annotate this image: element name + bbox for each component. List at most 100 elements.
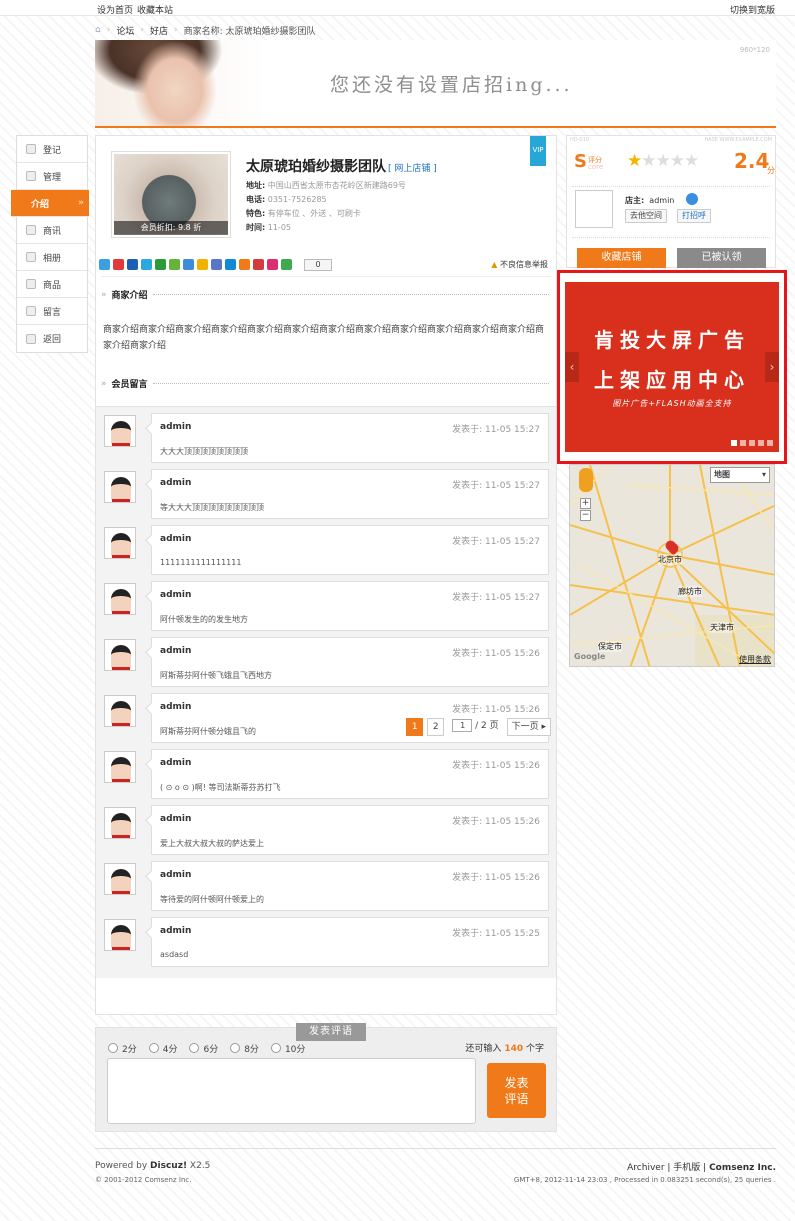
avatar[interactable] xyxy=(104,863,136,895)
comment-user[interactable]: admin xyxy=(160,758,191,768)
share-renren-icon[interactable] xyxy=(127,259,138,270)
company-link[interactable]: Comsenz Inc. xyxy=(709,1163,776,1173)
avatar[interactable] xyxy=(104,527,136,559)
avatar[interactable] xyxy=(104,415,136,447)
share-netease-icon[interactable] xyxy=(211,259,222,270)
ad-dot[interactable] xyxy=(749,440,755,446)
nav-messages[interactable]: 留言 xyxy=(17,298,87,325)
nav-news[interactable]: 商讯 xyxy=(17,217,87,244)
share-kaixin-icon[interactable] xyxy=(169,259,180,270)
score-radio[interactable]: 10分 xyxy=(271,1042,305,1055)
nav-intro[interactable]: 介绍 » xyxy=(11,190,89,217)
avatar[interactable] xyxy=(104,695,136,727)
comment-user[interactable]: admin xyxy=(160,702,191,712)
divider xyxy=(152,383,549,384)
shop-side-panel: HD-010 HASE WWW.EXAMPLE.COM S 评分 core ★★… xyxy=(566,135,776,268)
greet-button[interactable]: 打招呼 xyxy=(677,209,711,223)
score-radio[interactable]: 2分 xyxy=(108,1042,137,1055)
ad-dot[interactable] xyxy=(758,440,764,446)
zoom-out-button[interactable]: − xyxy=(580,510,591,521)
comment-user[interactable]: admin xyxy=(160,814,191,824)
avatar[interactable] xyxy=(104,919,136,951)
street-view-pegman-icon[interactable] xyxy=(579,468,593,492)
comment-textarea[interactable] xyxy=(107,1058,476,1124)
score-radio[interactable]: 6分 xyxy=(189,1042,218,1055)
share-sohu-icon[interactable] xyxy=(197,259,208,270)
qq-icon[interactable] xyxy=(686,193,698,205)
ad-slider[interactable]: 肯投大屏广告 上架应用中心 图片广告+FLASH动画全支持 ‹ › xyxy=(565,282,779,452)
page-current[interactable]: 1 xyxy=(406,718,424,736)
share-douban-icon[interactable] xyxy=(155,259,166,270)
share-weibo-icon[interactable] xyxy=(113,259,124,270)
bookmark-link[interactable]: 收藏本站 xyxy=(137,3,173,16)
favorite-shop-button[interactable]: 收藏店铺 xyxy=(577,248,666,268)
nav-register[interactable]: 登记 xyxy=(17,136,87,163)
comment-text: 阿什顿发生的的发生地方 xyxy=(160,615,248,624)
owner-name[interactable]: admin xyxy=(649,196,674,205)
comment-text: 1111111111111111 xyxy=(160,558,242,567)
owner-avatar[interactable] xyxy=(575,190,613,228)
map-terms-link[interactable]: 使用条款 xyxy=(739,654,771,665)
nav-manage[interactable]: 管理 xyxy=(17,163,87,190)
nav-products[interactable]: 商品 xyxy=(17,271,87,298)
share-qq-icon[interactable] xyxy=(183,259,194,270)
claimed-button[interactable]: 已被认领 xyxy=(677,248,766,268)
visit-space-button[interactable]: 去他空间 xyxy=(625,209,667,223)
comment-user[interactable]: admin xyxy=(160,870,191,880)
ad-dot[interactable] xyxy=(767,440,773,446)
breadcrumb-forum[interactable]: 论坛 xyxy=(116,24,134,37)
ad-prev-button[interactable]: ‹ xyxy=(565,352,579,382)
ad-dot[interactable] xyxy=(731,440,737,446)
map-roads xyxy=(570,465,774,666)
back-icon xyxy=(26,333,36,344)
comment-user[interactable]: admin xyxy=(160,590,191,600)
breadcrumb-shops[interactable]: 好店 xyxy=(150,24,168,37)
comment-user[interactable]: admin xyxy=(160,534,191,544)
page-input[interactable]: 1 xyxy=(452,719,473,732)
avatar[interactable] xyxy=(104,471,136,503)
brand-link[interactable]: Discuz! xyxy=(150,1161,187,1171)
home-icon[interactable]: ⌂ xyxy=(95,25,101,35)
score-radio[interactable]: 8分 xyxy=(230,1042,259,1055)
switch-style-link[interactable]: 切换到宽版 xyxy=(730,3,775,16)
avatar[interactable] xyxy=(104,583,136,615)
next-page-button[interactable]: 下一页 ▸ xyxy=(506,718,551,736)
google-logo[interactable]: Google xyxy=(574,652,605,661)
main-panel: 会员折扣: 9.8 折 VIP 太原琥珀婚纱摄影团队[ 网上店铺 ] 地址: 中… xyxy=(95,135,557,1015)
nav-album[interactable]: 相册 xyxy=(17,244,87,271)
map-city-label: 保定市 xyxy=(598,641,622,652)
comment-user[interactable]: admin xyxy=(160,926,191,936)
archiver-link[interactable]: Archiver xyxy=(627,1163,664,1173)
share-more-icon[interactable] xyxy=(281,259,292,270)
share-baidu-icon[interactable] xyxy=(253,259,264,270)
share-taobao-icon[interactable] xyxy=(267,259,278,270)
comment-user[interactable]: admin xyxy=(160,422,191,432)
avatar[interactable] xyxy=(104,639,136,671)
ad-next-button[interactable]: › xyxy=(765,352,779,382)
divider xyxy=(101,276,551,277)
report-link[interactable]: ▲ 不良信息举报 xyxy=(491,259,548,270)
online-shop-link[interactable]: [ 网上店铺 ] xyxy=(388,164,437,174)
avatar[interactable] xyxy=(104,807,136,839)
intro-section-header: » 商家介绍 xyxy=(101,288,549,301)
share-feixin-icon[interactable] xyxy=(239,259,250,270)
share-tqq-icon[interactable] xyxy=(141,259,152,270)
score-radio[interactable]: 4分 xyxy=(149,1042,178,1055)
nav-back[interactable]: 返回 xyxy=(17,325,87,352)
shop-map[interactable]: + − 地图 ▾ 北京市 廊坊市 天津市 保定市 Google 使用条款 xyxy=(569,464,775,667)
share-qzone-icon[interactable] xyxy=(99,259,110,270)
set-home-link[interactable]: 设为首页 xyxy=(97,3,133,16)
comment-bubble: admin 发表于: 11-05 15:27 大大大顶顶顶顶顶顶顶顶 xyxy=(151,413,549,463)
gear-icon xyxy=(26,171,36,181)
page-2[interactable]: 2 xyxy=(427,718,445,736)
zoom-in-button[interactable]: + xyxy=(580,498,591,509)
avatar[interactable] xyxy=(104,751,136,783)
ad-dot[interactable] xyxy=(740,440,746,446)
comment-user[interactable]: admin xyxy=(160,646,191,656)
submit-review-button[interactable]: 发表 评语 xyxy=(487,1063,546,1118)
map-type-select[interactable]: 地图 ▾ xyxy=(710,467,770,483)
vip-badge: VIP xyxy=(530,136,546,166)
mobile-link[interactable]: 手机版 xyxy=(673,1163,700,1173)
comment-user[interactable]: admin xyxy=(160,478,191,488)
share-msn-icon[interactable] xyxy=(225,259,236,270)
